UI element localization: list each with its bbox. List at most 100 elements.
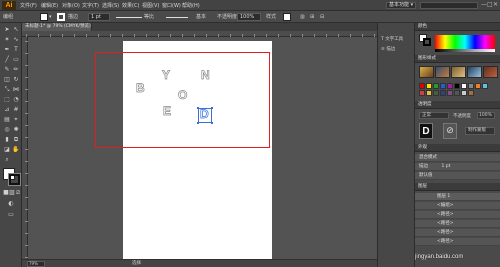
color-spectrum[interactable] [435, 35, 495, 49]
layer-row[interactable]: 图层 1 [415, 193, 500, 201]
none-mode-icon[interactable]: ⧄ [14, 189, 22, 196]
menu-edit[interactable]: 编辑(E) [41, 2, 58, 9]
minimize-button[interactable]: — [481, 1, 487, 9]
stroke-weight-field[interactable]: 1 pt [88, 13, 110, 21]
selection-tool-icon[interactable]: ➤ [3, 26, 11, 33]
isolate-icon[interactable]: ⊟ [320, 13, 324, 21]
hand-tool-icon[interactable]: ✋ [12, 146, 20, 153]
free-transform-icon[interactable]: ⬚ [3, 96, 11, 103]
menu-type[interactable]: 文字(T) [82, 2, 99, 9]
document-tab[interactable]: 未标题-1* @ 79% (CMYK/预览) × [22, 23, 98, 31]
graphic-style-thumb[interactable] [419, 66, 434, 78]
graph-tool-icon[interactable]: ▮ [3, 136, 11, 143]
swatch[interactable] [482, 83, 488, 89]
swatch[interactable] [447, 83, 453, 89]
close-window-button[interactable]: ✕ [493, 1, 498, 9]
type-tool-icon[interactable]: T [12, 46, 20, 53]
swatch[interactable] [426, 83, 432, 89]
magic-wand-icon[interactable]: ✶ [3, 36, 11, 43]
eraser-icon[interactable]: ◫ [3, 76, 11, 83]
blend-tool-icon[interactable]: ◎ [3, 126, 11, 133]
transparency-panel-header[interactable]: 透明度 [415, 101, 500, 109]
graphic-style-thumb[interactable] [435, 66, 450, 78]
swatch[interactable] [433, 83, 439, 89]
swatch[interactable] [419, 90, 425, 96]
slice-tool-icon[interactable]: ◪ [3, 146, 11, 153]
artboard-tool-icon[interactable]: ⧉ [12, 136, 20, 143]
opacity-field[interactable]: 100% [477, 112, 495, 119]
layers-panel-header[interactable]: 图层 [415, 183, 500, 191]
fill-dropdown-icon[interactable]: ▾ [49, 13, 52, 21]
swatch[interactable] [440, 83, 446, 89]
fill-swatch[interactable] [40, 13, 48, 21]
mesh-tool-icon[interactable]: # [12, 106, 20, 113]
swatch[interactable] [468, 90, 474, 96]
graphic-styles-panel-header[interactable]: 图形样式 [415, 55, 500, 63]
zoom-field[interactable]: 79% [27, 261, 45, 267]
dock-text-tool[interactable]: T 文字工具 [381, 35, 403, 44]
menu-effect[interactable]: 效果(C) [122, 2, 139, 9]
layer-row[interactable]: <路径> [415, 220, 500, 228]
graphic-style-thumb[interactable] [467, 66, 482, 78]
appearance-opacity-row[interactable]: 默认值 [415, 172, 500, 180]
gradient-tool-icon[interactable]: ▤ [3, 116, 11, 123]
transform-icon[interactable]: ⊞ [310, 13, 314, 21]
swatch[interactable] [461, 83, 467, 89]
dock-stroke[interactable]: ≡ 描边 [381, 45, 395, 54]
opacity-field[interactable]: 100% [237, 13, 261, 21]
layer-row[interactable]: <路径> [415, 211, 500, 219]
grayscale-ramp[interactable] [435, 49, 495, 52]
align-icon[interactable]: ▥ [300, 13, 305, 21]
brush-definition-line[interactable] [166, 17, 188, 18]
search-input[interactable] [420, 2, 478, 9]
direct-selection-tool-icon[interactable]: ↖ [12, 26, 20, 33]
swatch[interactable] [468, 83, 474, 89]
zoom-tool-icon[interactable]: ⌕ [3, 156, 11, 163]
paintbrush-icon[interactable]: ✎ [3, 66, 11, 73]
draw-mode-icon[interactable]: ◐ [7, 200, 15, 207]
perspective-grid-icon[interactable]: ⊿ [3, 106, 11, 113]
width-tool-icon[interactable]: ⋈ [12, 86, 20, 93]
swatch[interactable] [454, 90, 460, 96]
menu-help[interactable]: 帮助(H) [182, 2, 200, 9]
menu-object[interactable]: 对象(O) [62, 2, 80, 9]
layer-row[interactable]: <编组> [415, 202, 500, 210]
line-tool-icon[interactable]: ╱ [3, 56, 11, 63]
swatch[interactable] [461, 90, 467, 96]
rotate-tool-icon[interactable]: ↻ [12, 76, 20, 83]
transparency-thumbnail[interactable]: D [419, 123, 433, 139]
appearance-group-row[interactable]: 混合模式 [415, 154, 500, 162]
screen-mode-icon[interactable]: ▭ [7, 211, 15, 218]
menu-window[interactable]: 窗口(W) [162, 2, 181, 9]
rectangle-tool-icon[interactable]: ▭ [12, 56, 20, 63]
graphic-style-thumb[interactable] [451, 66, 466, 78]
color-panel-header[interactable]: 颜色 [415, 23, 500, 31]
menu-select[interactable]: 选择(S) [102, 2, 119, 9]
workspace-switcher[interactable]: 基本功能 ▾ [386, 2, 416, 9]
lasso-icon[interactable]: ∿ [12, 36, 20, 43]
swatch[interactable] [433, 90, 439, 96]
pen-tool-icon[interactable]: ✒ [3, 46, 11, 53]
maximize-button[interactable]: □ [487, 1, 493, 9]
swatch[interactable] [447, 90, 453, 96]
pencil-icon[interactable]: ✏ [12, 66, 20, 73]
menu-view[interactable]: 视图(V) [142, 2, 159, 9]
appearance-stroke-row[interactable]: 描边 1 pt [415, 163, 500, 171]
swatch[interactable] [426, 90, 432, 96]
layer-row[interactable]: <路径> [415, 229, 500, 237]
shape-builder-icon[interactable]: ◔ [12, 96, 20, 103]
stroke-color-box[interactable] [8, 173, 21, 186]
appearance-panel-header[interactable]: 外观 [415, 144, 500, 152]
stroke-profile-line[interactable] [116, 17, 142, 18]
swatch[interactable] [440, 90, 446, 96]
blend-mode-select[interactable]: 正常 [419, 112, 449, 119]
graphic-style-swatch[interactable] [283, 13, 291, 21]
layer-row[interactable]: <路径> [415, 238, 500, 246]
swatch[interactable] [419, 83, 425, 89]
symbol-sprayer-icon[interactable]: ✺ [12, 126, 20, 133]
swatch[interactable] [475, 83, 481, 89]
graphic-style-thumb[interactable] [483, 66, 498, 78]
menu-file[interactable]: 文件(F) [20, 2, 37, 9]
panel-stroke-swatch[interactable] [423, 38, 431, 46]
eyedropper-icon[interactable]: ⌖ [12, 116, 20, 123]
